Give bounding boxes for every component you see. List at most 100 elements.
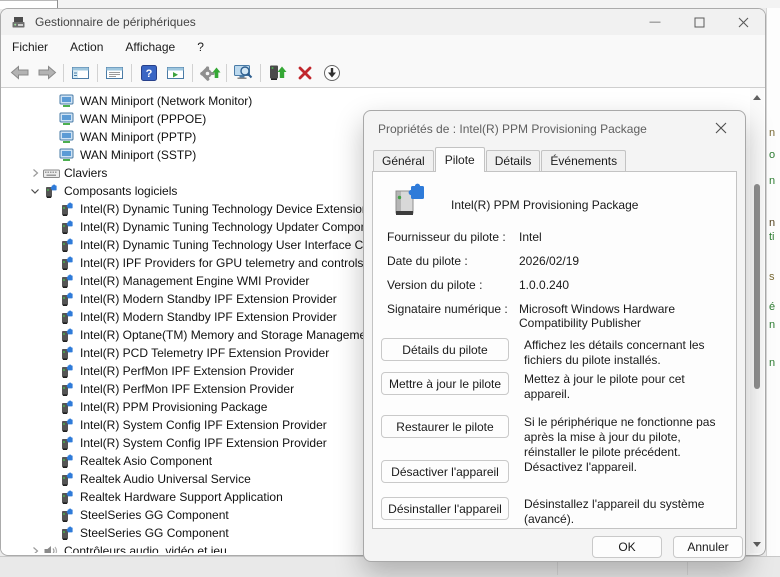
background-text-fragment: n (769, 358, 775, 369)
menu-item-help[interactable]: ? (186, 36, 215, 58)
back-button[interactable] (6, 61, 33, 85)
component-icon (59, 364, 77, 379)
action-description: Mettez à jour le pilote pour cet apparei… (524, 372, 730, 402)
component-icon (59, 382, 77, 397)
component-icon (59, 346, 77, 361)
tree-item-label: SteelSeries GG Component (77, 508, 229, 522)
component-icon (59, 274, 77, 289)
chevron-down-icon[interactable] (27, 185, 43, 197)
close-button[interactable] (721, 9, 765, 35)
tree-item-label: Intel(R) PerfMon IPF Extension Provider (77, 382, 294, 396)
driver-action-row: Restaurer le piloteSi le périphérique ne… (381, 415, 730, 460)
chevron-right-icon[interactable] (27, 167, 43, 179)
forward-icon (37, 65, 57, 80)
maximize-button[interactable] (677, 9, 721, 35)
update-driver-software-button[interactable] (264, 61, 291, 85)
toolbar-separator (192, 64, 193, 82)
field-value: 1.0.0.240 (519, 278, 728, 293)
forward-button[interactable] (33, 61, 60, 85)
background-text-fragment: n (769, 320, 775, 331)
scan-hardware-changes-button[interactable] (230, 61, 257, 85)
menu-item-fichier[interactable]: Fichier (1, 36, 59, 58)
field-label: Signataire numérique : (387, 302, 519, 330)
show-action-pane-button[interactable] (162, 61, 189, 85)
toolbar-separator (97, 64, 98, 82)
tree-item-label: WAN Miniport (PPTP) (77, 130, 196, 144)
cancel-button[interactable]: Annuler (673, 536, 743, 558)
tree-item-label: Contrôleurs audio, vidéo et jeu (61, 544, 227, 553)
d-sinstaller-l-appareil-button[interactable]: Désinstaller l'appareil (381, 497, 509, 520)
menu-item-action[interactable]: Action (59, 36, 114, 58)
d-sactiver-l-appareil-button[interactable]: Désactiver l'appareil (381, 460, 509, 483)
tab-g-n-ral[interactable]: Général (373, 150, 434, 171)
bottom-strip-divider (557, 560, 558, 575)
action-description: Affichez les détails concernant les fich… (524, 338, 730, 368)
background-text-fragment: ti (769, 232, 775, 243)
window-titlebar: Gestionnaire de périphériques — (1, 9, 765, 35)
component-icon (59, 328, 77, 343)
mettre-jour-le-pilote-button[interactable]: Mettre à jour le pilote (381, 372, 509, 395)
tree-item-wan-miniport-network-monitor[interactable]: WAN Miniport (Network Monitor) (1, 92, 749, 110)
tab-d-tails[interactable]: Détails (486, 150, 541, 171)
help-button[interactable]: ? (135, 61, 162, 85)
update-driver-button[interactable] (196, 61, 223, 85)
network-icon (59, 112, 77, 126)
minimize-button[interactable]: — (633, 9, 677, 35)
tree-item-label: Intel(R) PerfMon IPF Extension Provider (77, 364, 294, 378)
component-icon (59, 202, 77, 217)
tab-pilote[interactable]: Pilote (435, 147, 485, 172)
background-text-fragment: é (769, 302, 775, 313)
ok-button[interactable]: OK (592, 536, 662, 558)
dialog-title: Propriétés de : Intel(R) PPM Provisionin… (378, 122, 647, 136)
component-icon (59, 472, 77, 487)
toolbar: ? (1, 58, 765, 88)
action-description: Désactivez l'appareil. (524, 460, 730, 475)
toolbar-separator (131, 64, 132, 82)
action-description: Désinstallez l'appareil du système (avan… (524, 497, 730, 527)
scrollbar-up-icon[interactable] (750, 90, 764, 104)
disable-device-button[interactable] (318, 61, 345, 85)
scan-hardware-changes-icon (233, 64, 254, 81)
bottom-strip-divider (687, 560, 688, 575)
toolbar-separator (63, 64, 64, 82)
scrollbar-thumb[interactable] (754, 184, 760, 389)
menu-item-affichage[interactable]: Affichage (114, 36, 186, 58)
tree-item-label: Intel(R) PCD Telemetry IPF Extension Pro… (77, 346, 329, 360)
driver-field-version-du-pilote: Version du pilote :1.0.0.240 (387, 278, 728, 293)
component-icon (59, 436, 77, 451)
d-tails-du-pilote-button[interactable]: Détails du pilote (381, 338, 509, 361)
dialog-close-icon[interactable] (709, 119, 733, 140)
background-text-fragment: s (769, 272, 775, 283)
driver-tab-page: Intel(R) PPM Provisioning Package Fourni… (372, 171, 737, 529)
tree-item-label: WAN Miniport (SSTP) (77, 148, 196, 162)
back-icon (10, 65, 30, 80)
background-text-fragment: n (769, 218, 775, 229)
background-window-right-sliver: nonntisénn (766, 8, 780, 556)
field-value: Microsoft Windows Hardware Compatibility… (519, 302, 728, 330)
show-action-pane-icon (166, 65, 185, 81)
chevron-right-icon[interactable] (27, 545, 43, 553)
restaurer-le-pilote-button[interactable]: Restaurer le pilote (381, 415, 509, 438)
properties-button[interactable] (101, 61, 128, 85)
driver-fields: Fournisseur du pilote :IntelDate du pilo… (387, 230, 728, 339)
uninstall-device-button[interactable] (291, 61, 318, 85)
scrollbar-down-icon[interactable] (750, 537, 764, 551)
tree-item-label: Intel(R) Modern Standby IPF Extension Pr… (77, 292, 337, 306)
component-icon (59, 526, 77, 541)
tree-item-label: Realtek Hardware Support Application (77, 490, 283, 504)
tree-item-label: Intel(R) IPF Providers for GPU telemetry… (77, 256, 363, 270)
tree-scrollbar[interactable] (750, 88, 764, 553)
svg-text:?: ? (145, 68, 152, 80)
tab-v-nements[interactable]: Événements (541, 150, 626, 171)
audio-icon (43, 544, 61, 553)
tree-item-label: Intel(R) System Config IPF Extension Pro… (77, 418, 327, 432)
tree-item-label: Intel(R) System Config IPF Extension Pro… (77, 436, 327, 450)
toolbar-separator (226, 64, 227, 82)
show-console-tree-button[interactable] (67, 61, 94, 85)
network-icon (59, 130, 77, 144)
component-icon (59, 508, 77, 523)
window-title: Gestionnaire de périphériques (35, 15, 196, 29)
driver-action-row: Mettre à jour le pilote Mettez à jour le … (381, 372, 730, 402)
tree-item-label: Realtek Asio Component (77, 454, 212, 468)
properties-icon (105, 65, 124, 81)
